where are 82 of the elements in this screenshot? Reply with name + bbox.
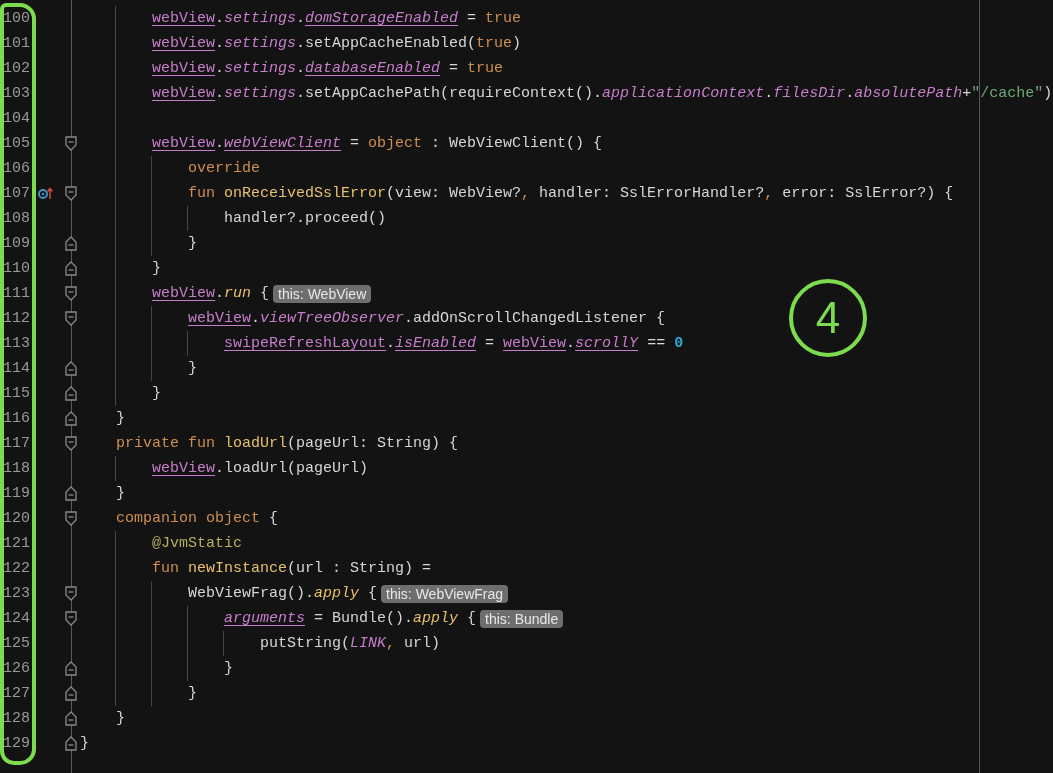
fold-marker-icon[interactable] [65,586,77,601]
fold-marker-icon[interactable] [65,186,77,201]
code-line: webView.settings.setAppCacheEnabled(true) [152,35,522,52]
line-number: 107 [2,185,30,202]
line-number: 105 [2,135,30,152]
fold-marker-icon[interactable] [65,286,77,301]
inlay-hint: this: WebView [273,284,372,303]
line-number: 115 [2,385,30,402]
line-number: 114 [2,360,30,377]
line-number: 112 [2,310,30,327]
callout-number: 4 [789,279,867,357]
code-line: handler?.proceed() [224,210,387,227]
line-number: 121 [2,535,30,552]
line-number: 111 [2,285,30,302]
line-number: 126 [2,660,30,677]
line-number: 104 [2,110,30,127]
line-number: 103 [2,85,30,102]
code-line: fun newInstance(url : String) = [152,560,432,577]
code-line: webView.settings.databaseEnabled = true [152,60,504,77]
code-line: webView.settings.setAppCachePath(requireContext().applicationContext.filesDir.absolutePath+"/cache") [152,85,1053,102]
code-line: arguments = Bundle().apply { [224,610,477,627]
code-line: @JvmStatic [152,535,242,552]
line-number: 118 [2,460,30,477]
unfold-marker-icon[interactable] [65,736,77,751]
line-number: 125 [2,635,30,652]
unfold-marker-icon[interactable] [65,686,77,701]
unfold-marker-icon[interactable] [65,261,77,276]
code-line: fun onReceivedSslError(view: WebView?, handler: SslErrorHandler?, error: SslError?) { [188,185,954,202]
code-line: } [116,485,125,502]
code-line: } [152,260,161,277]
line-number: 106 [2,160,30,177]
code-line: putString(LINK, url) [260,635,441,652]
line-number: 102 [2,60,30,77]
unfold-marker-icon[interactable] [65,236,77,251]
code-line: webView.settings.domStorageEnabled = true [152,10,522,27]
code-line: } [152,385,161,402]
code-line: } [80,735,89,752]
code-line: } [188,685,197,702]
line-number: 116 [2,410,30,427]
code-line: override [188,160,260,177]
fold-marker-icon[interactable] [65,436,77,451]
line-number: 108 [2,210,30,227]
code-line: private fun loadUrl(pageUrl: String) { [116,435,459,452]
code-line: swipeRefreshLayout.isEnabled = webView.scrollY == 0 [224,335,684,352]
line-number: 119 [2,485,30,502]
line-number: 109 [2,235,30,252]
code-line: } [188,235,197,252]
line-number: 128 [2,710,30,727]
line-number: 120 [2,510,30,527]
unfold-marker-icon[interactable] [65,386,77,401]
unfold-marker-icon[interactable] [65,486,77,501]
fold-marker-icon[interactable] [65,611,77,626]
line-number: 124 [2,610,30,627]
code-line: webView.viewTreeObserver.addOnScrollChangedListener { [188,310,666,327]
unfold-marker-icon[interactable] [65,361,77,376]
inlay-hint: this: Bundle [480,609,564,628]
line-number: 127 [2,685,30,702]
override-marker-icon[interactable] [38,187,53,200]
code-line: companion object { [116,510,279,527]
line-number: 100 [2,10,30,27]
fold-marker-icon[interactable] [65,511,77,526]
code-line: } [116,410,125,427]
unfold-marker-icon[interactable] [65,661,77,676]
line-number: 110 [2,260,30,277]
code-line: WebViewFrag().apply { [188,585,378,602]
inlay-hint: this: WebViewFrag [381,584,509,603]
fold-marker-icon[interactable] [65,136,77,151]
unfold-marker-icon[interactable] [65,411,77,426]
code-line: webView.webViewClient = object : WebViewClient() { [152,135,603,152]
line-number: 113 [2,335,30,352]
line-number: 122 [2,560,30,577]
code-line: webView.run { [152,285,270,302]
code-line: webView.loadUrl(pageUrl) [152,460,369,477]
unfold-marker-icon[interactable] [65,711,77,726]
line-number: 101 [2,35,30,52]
code-line: } [224,660,233,677]
fold-marker-icon[interactable] [65,311,77,326]
line-number: 117 [2,435,30,452]
code-line: } [116,710,125,727]
code-line: } [188,360,197,377]
line-number: 123 [2,585,30,602]
line-number: 129 [2,735,30,752]
